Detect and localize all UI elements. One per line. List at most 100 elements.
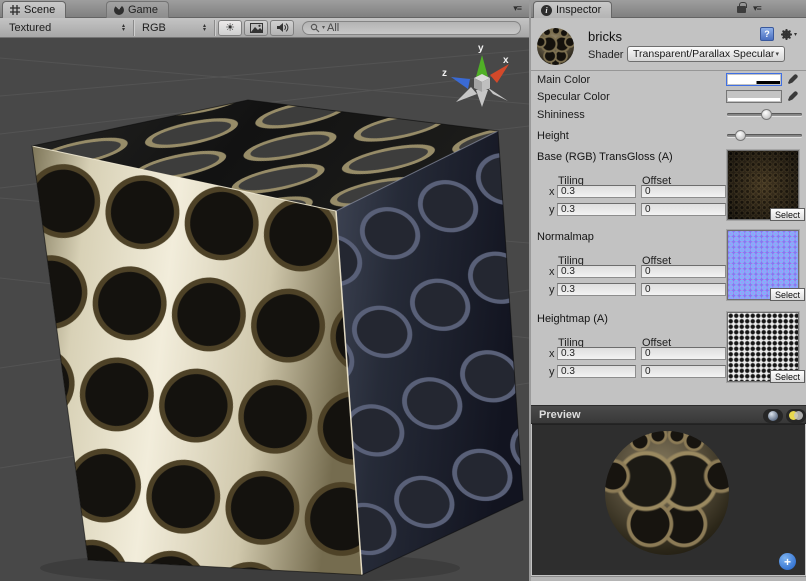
tab-scene-label: Scene (24, 4, 55, 16)
material-preview-sphere[interactable] (605, 431, 729, 555)
texture-slot-label: Normalmap (537, 231, 594, 243)
inspector-menu-icon[interactable]: ▾≡ (753, 3, 761, 14)
shininess-slider[interactable] (727, 108, 802, 120)
shader-label: Shader (588, 49, 623, 61)
texture-slot-label: Heightmap (A) (537, 313, 608, 325)
x-axis-label: x (549, 348, 555, 360)
y-axis-label: y (549, 366, 555, 378)
scene-3d-view: y x z (0, 38, 529, 581)
heightmap-tiling-y-input[interactable] (557, 365, 636, 378)
speaker-icon (276, 22, 289, 33)
shader-value: Transparent/Parallax Specular (633, 48, 774, 60)
render-mode-dropdown[interactable]: RGB ▴▾ (137, 18, 211, 37)
info-icon: i (541, 5, 552, 16)
search-icon (310, 23, 320, 33)
scene-audio-toggle[interactable] (270, 20, 294, 36)
x-axis-label: x (549, 266, 555, 278)
gizmo-y-label: y (478, 43, 484, 54)
preview-shape-button[interactable] (763, 409, 783, 423)
base-offset-x-input[interactable] (641, 185, 726, 198)
eyedropper-icon[interactable] (786, 72, 799, 85)
texture-slot-label: Base (RGB) TransGloss (A) (537, 151, 673, 163)
scene-viewport[interactable]: y x z (0, 38, 529, 581)
image-icon (250, 23, 263, 33)
normal-offset-x-input[interactable] (641, 265, 726, 278)
texture-slot-base: Base (RGB) TransGloss (A) Tiling Offset … (531, 151, 806, 229)
tab-inspector[interactable]: i Inspector (533, 1, 612, 18)
draw-mode-value: Textured (9, 22, 51, 34)
normal-tiling-x-input[interactable] (557, 265, 636, 278)
specular-color-swatch[interactable] (726, 90, 782, 103)
tab-inspector-label: Inspector (556, 4, 601, 16)
gizmo-x-label: x (503, 55, 509, 66)
updown-arrows-icon: ▴▾ (122, 24, 125, 32)
preview-header[interactable]: Preview (531, 405, 806, 424)
gizmo-neg-z-cone[interactable] (456, 87, 477, 102)
game-icon (114, 5, 124, 15)
heightmap-offset-x-input[interactable] (641, 347, 726, 360)
material-preview-thumbnail[interactable] (537, 28, 574, 65)
y-axis-label: y (549, 284, 555, 296)
render-mode-value: RGB (142, 22, 166, 34)
bricks-cube[interactable] (32, 100, 523, 575)
base-offset-y-input[interactable] (641, 203, 726, 216)
preview-title: Preview (539, 409, 581, 421)
toolbar-separator (214, 20, 215, 36)
specular-color-label: Specular Color (537, 91, 610, 103)
main-color-swatch[interactable] (726, 73, 782, 86)
base-tiling-y-input[interactable] (557, 203, 636, 216)
main-color-label: Main Color (537, 74, 590, 86)
scene-lighting-toggle[interactable]: ☀ (218, 20, 242, 36)
normalmap-select-button[interactable]: Select (770, 288, 805, 301)
updown-arrows-icon: ▴▾ (203, 24, 206, 32)
base-tiling-x-input[interactable] (557, 185, 636, 198)
unity-editor-window: Scene Game ▾≡ Textured ▴▾ RGB ▴▾ (0, 0, 806, 581)
inspector-body: bricks Shader Transparent/Parallax Specu… (531, 18, 806, 581)
help-icon[interactable]: ? (760, 27, 774, 41)
scene-skybox-toggle[interactable] (244, 20, 268, 36)
height-label: Height (537, 130, 569, 142)
heightmap-offset-y-input[interactable] (641, 365, 726, 378)
scene-panel: Scene Game ▾≡ Textured ▴▾ RGB ▴▾ (0, 0, 529, 581)
sun-icon: ☀ (225, 21, 235, 34)
texture-slot-normalmap: Normalmap Tiling Offset x y Select (531, 231, 806, 309)
gizmo-neg-x-cone[interactable] (487, 87, 508, 101)
gizmo-z-cone[interactable] (451, 77, 470, 89)
scene-panel-menu-icon[interactable]: ▾≡ (513, 3, 521, 14)
tab-game[interactable]: Game (106, 1, 169, 18)
search-filter-caret-icon[interactable]: ▾ (322, 24, 325, 31)
preview-lighting-button[interactable] (786, 409, 806, 423)
preview-body[interactable]: + (532, 424, 805, 575)
slider-knob[interactable] (761, 109, 772, 120)
inspector-panel: i Inspector ▾≡ bricks Shader Transparent… (531, 0, 806, 581)
gizmo-y-cone[interactable] (476, 55, 488, 77)
add-icon[interactable]: + (779, 553, 796, 570)
inspector-bottom-strip (531, 576, 806, 581)
light-off-icon (794, 411, 803, 420)
gear-icon[interactable]: ▾ (780, 27, 798, 41)
sphere-icon (768, 411, 778, 421)
x-axis-label: x (549, 186, 555, 198)
texture-slot-heightmap: Heightmap (A) Tiling Offset x y Select (531, 313, 806, 391)
scene-search-input[interactable] (327, 22, 513, 34)
lock-icon[interactable] (737, 6, 746, 13)
heightmap-tiling-x-input[interactable] (557, 347, 636, 360)
gizmo-x-cone[interactable] (490, 64, 509, 83)
normal-tiling-y-input[interactable] (557, 283, 636, 296)
toolbar-separator (133, 20, 134, 36)
gizmo-z-label: z (442, 68, 447, 79)
draw-mode-dropdown[interactable]: Textured ▴▾ (4, 18, 130, 37)
shader-dropdown[interactable]: Transparent/Parallax Specular ▾ (627, 46, 785, 62)
gizmo-neg-y-cone[interactable] (476, 90, 488, 107)
heightmap-select-button[interactable]: Select (770, 370, 805, 383)
tab-game-label: Game (128, 4, 158, 16)
shininess-label: Shininess (537, 109, 585, 121)
height-slider[interactable] (727, 129, 802, 141)
base-select-button[interactable]: Select (770, 208, 805, 221)
slider-knob[interactable] (735, 130, 746, 141)
scene-search[interactable]: ▾ (302, 21, 521, 35)
tab-scene[interactable]: Scene (2, 1, 66, 18)
normal-offset-y-input[interactable] (641, 283, 726, 296)
inspector-tabbar: i Inspector ▾≡ (531, 0, 806, 18)
eyedropper-icon[interactable] (786, 89, 799, 102)
